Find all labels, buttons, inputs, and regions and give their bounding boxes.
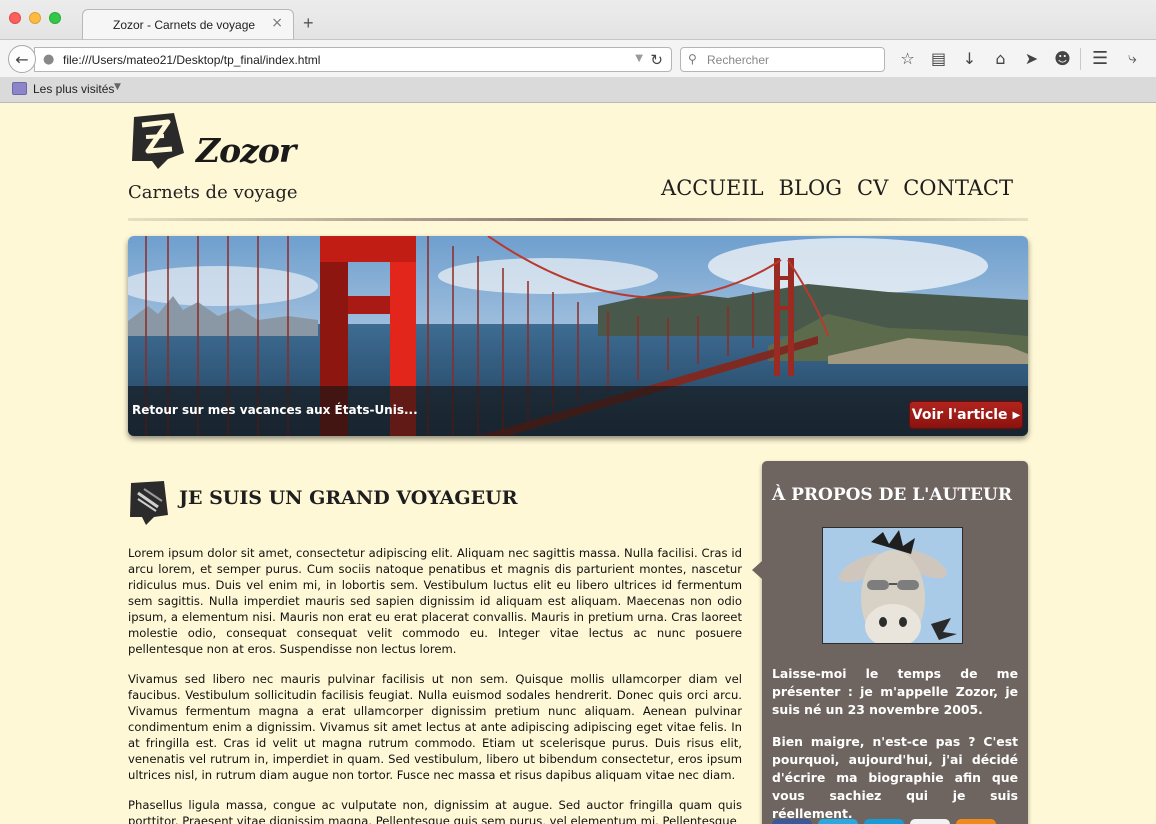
nav-cv[interactable]: CV — [857, 176, 888, 200]
send-icon[interactable]: ➤ — [1016, 49, 1047, 68]
panel-pointer — [752, 561, 762, 579]
article-paragraph: Phasellus ligula massa, congue ac vulput… — [128, 798, 742, 824]
chat-icon[interactable]: ☻ — [1047, 49, 1078, 68]
search-bar[interactable]: ⚲ Rechercher — [680, 47, 885, 72]
toolbar-icons: ☆ ▤ ↓ ⌂ ➤ ☻ — [892, 49, 1078, 68]
zozor-logo-icon[interactable] — [128, 111, 186, 169]
site-tagline: Carnets de voyage — [128, 182, 298, 203]
nav-accueil[interactable]: ACCUEIL — [661, 176, 764, 200]
url-text[interactable]: file:///Users/mateo21/Desktop/tp_final/i… — [63, 53, 320, 67]
back-button[interactable]: ← — [8, 45, 36, 73]
pen-badge-icon — [130, 481, 168, 525]
home-icon[interactable]: ⌂ — [985, 49, 1016, 68]
zoom-window-button[interactable] — [49, 12, 61, 24]
facebook-icon[interactable] — [772, 819, 812, 824]
aside-paragraph: Bien maigre, n'est-ce pas ? C'est pourqu… — [772, 734, 1018, 821]
zozor-avatar-image — [823, 528, 962, 643]
reading-list-icon[interactable]: ▤ — [923, 49, 954, 68]
web-page: Zozor Carnets de voyage ACCUEIL BLOG CV … — [0, 103, 1156, 824]
menu-icon[interactable]: ☰ — [1092, 48, 1108, 69]
url-dropdown-icon[interactable]: ▼ — [635, 53, 643, 64]
bookmark-folder-icon — [12, 82, 27, 95]
nav-contact[interactable]: CONTACT — [903, 176, 1013, 200]
vimeo-icon[interactable] — [864, 819, 904, 824]
avatar — [822, 527, 963, 644]
triangle-right-icon: ▶ — [1012, 409, 1021, 421]
tab-title: Zozor - Carnets de voyage — [113, 18, 256, 32]
developer-icon[interactable]: ⤷ — [1128, 48, 1137, 68]
window-controls — [9, 12, 61, 24]
browser-tab[interactable]: Zozor - Carnets de voyage × — [82, 9, 294, 39]
header-divider — [128, 218, 1028, 221]
about-author-title: À PROPOS DE L'AUTEUR — [772, 485, 1012, 505]
site-logo-text[interactable]: Zozor — [196, 131, 296, 170]
banner-caption: Retour sur mes vacances aux États-Unis..… — [132, 403, 418, 417]
globe-icon: ● — [43, 52, 55, 67]
reload-icon[interactable]: ↻ — [650, 51, 663, 69]
article-paragraph: Vivamus sed libero nec mauris pulvinar f… — [128, 672, 742, 782]
new-tab-button[interactable]: + — [303, 13, 314, 34]
bookmark-star-icon[interactable]: ☆ — [892, 49, 923, 68]
browser-chrome: Zozor - Carnets de voyage × + ● file:///… — [0, 0, 1156, 103]
bookmarks-bar: Les plus visités ▼ — [0, 77, 1156, 102]
aside-paragraph: Laisse-moi le temps de me présenter : je… — [772, 666, 1018, 717]
twitter-icon[interactable] — [818, 819, 858, 824]
search-placeholder: Rechercher — [707, 53, 770, 67]
flickr-icon[interactable] — [910, 819, 950, 824]
chevron-down-icon[interactable]: ▼ — [114, 82, 121, 92]
main-nav: ACCUEIL BLOG CV CONTACT — [661, 176, 1013, 200]
article-title: JE SUIS UN GRAND VOYAGEUR — [179, 487, 518, 509]
toolbar-separator — [1080, 48, 1081, 70]
view-article-button[interactable]: Voir l'article ▶ — [909, 401, 1023, 429]
article-body: Lorem ipsum dolor sit amet, consectetur … — [128, 545, 742, 824]
view-article-label: Voir l'article — [911, 407, 1008, 423]
about-author-text: Laisse-moi le temps de me présenter : je… — [772, 665, 1018, 824]
url-bar[interactable]: ● file:///Users/mateo21/Desktop/tp_final… — [34, 47, 672, 72]
rss-icon[interactable] — [956, 819, 996, 824]
minimize-window-button[interactable] — [29, 12, 41, 24]
hero-banner: Retour sur mes vacances aux États-Unis..… — [128, 236, 1028, 436]
search-icon: ⚲ — [688, 52, 697, 66]
navigation-toolbar: ● file:///Users/mateo21/Desktop/tp_final… — [0, 39, 1156, 77]
about-author-panel: À PROPOS DE L'AUTEUR Laisse-moi le temps… — [752, 461, 1028, 824]
bookmarks-most-visited[interactable]: Les plus visités — [33, 82, 114, 96]
tab-close-icon[interactable]: × — [271, 15, 283, 31]
nav-blog[interactable]: BLOG — [779, 176, 842, 200]
social-links — [772, 819, 996, 824]
article-paragraph: Lorem ipsum dolor sit amet, consectetur … — [128, 546, 742, 656]
close-window-button[interactable] — [9, 12, 21, 24]
download-icon[interactable]: ↓ — [954, 49, 985, 68]
back-arrow-icon: ← — [15, 49, 29, 69]
